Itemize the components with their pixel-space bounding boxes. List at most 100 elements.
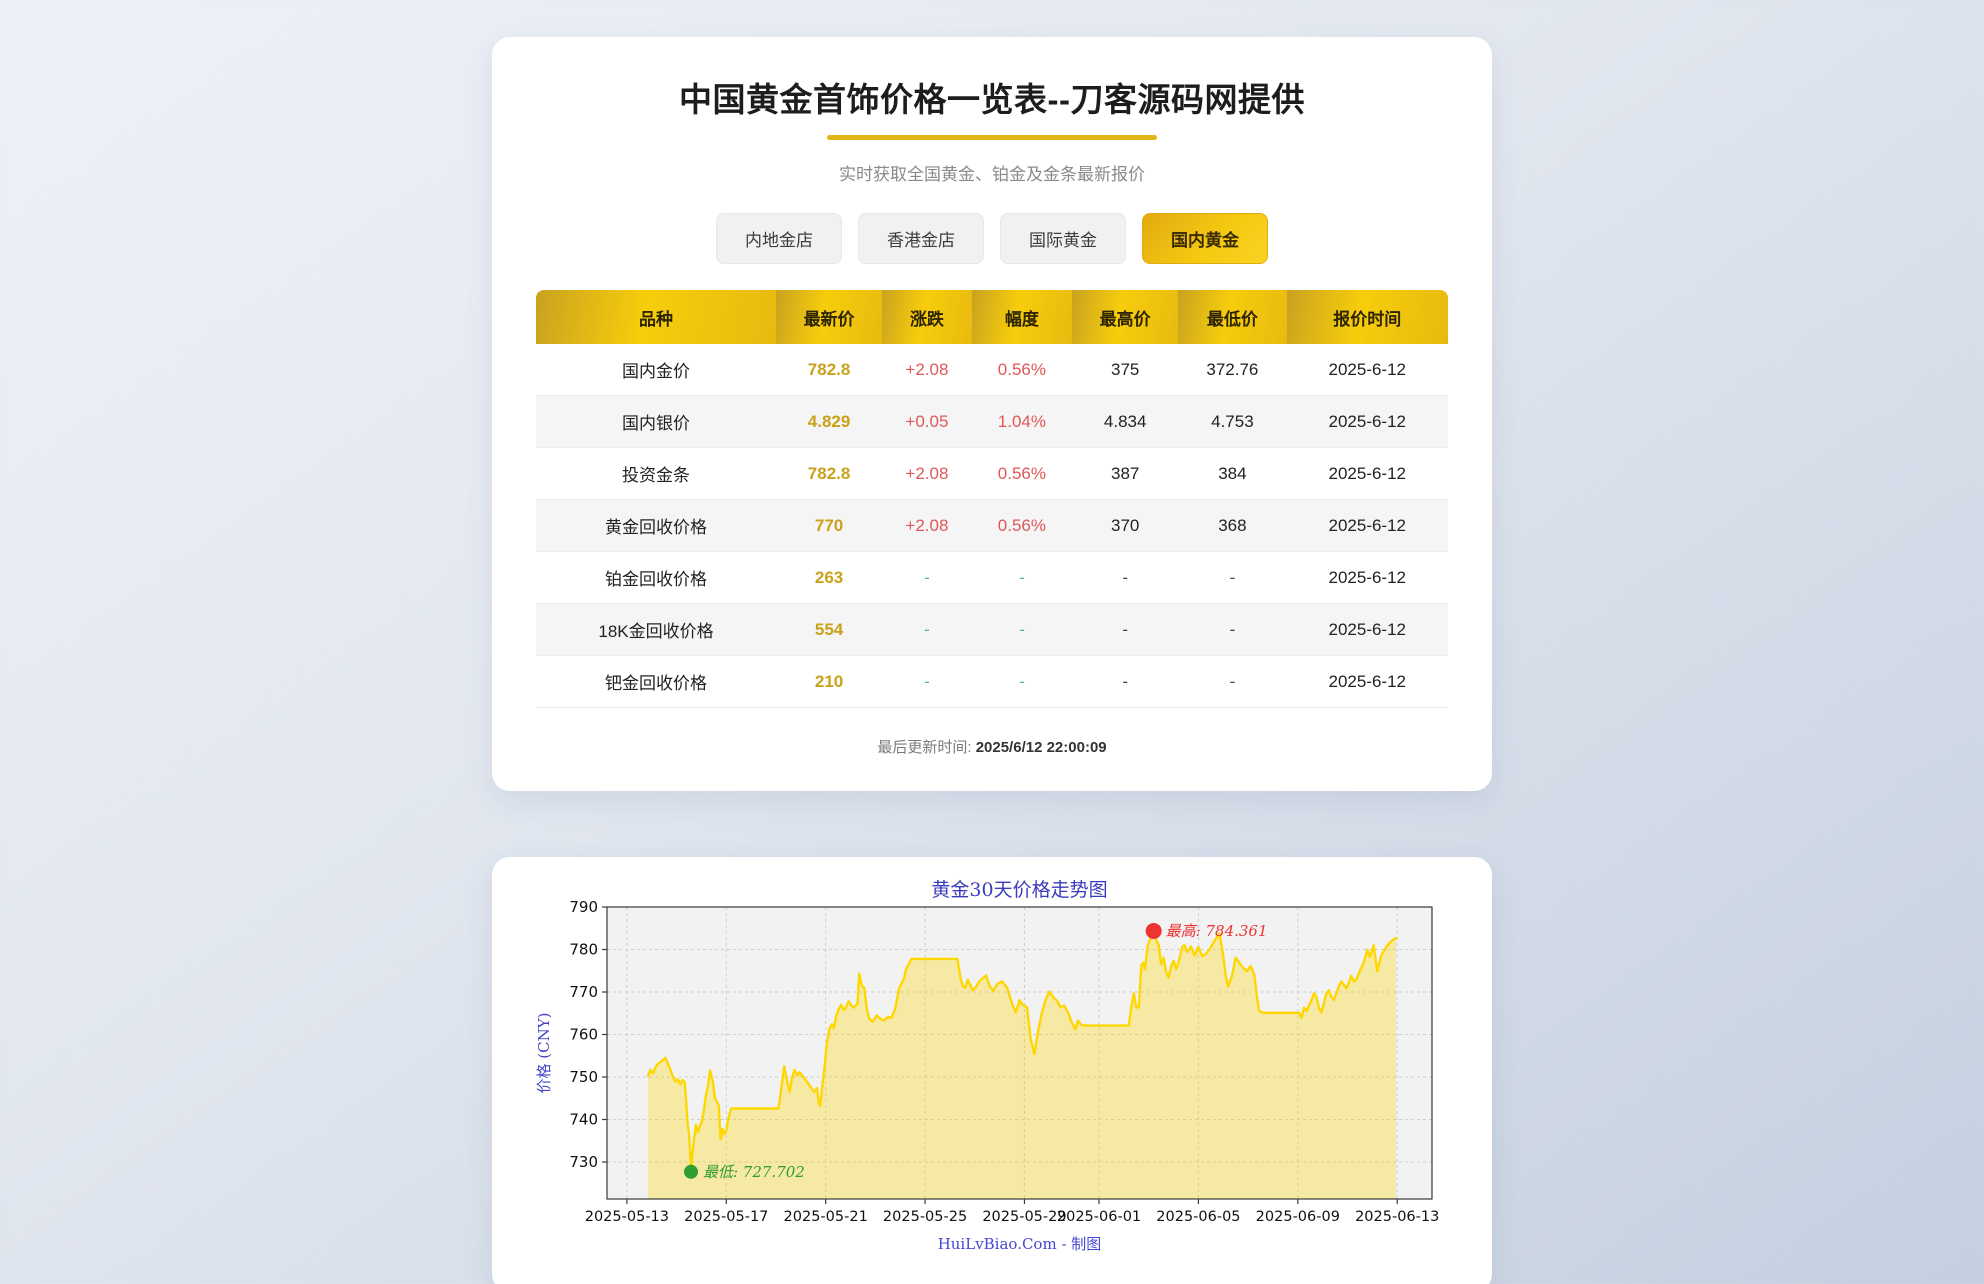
cell-high: 370 — [1072, 500, 1178, 552]
cell-low: - — [1178, 552, 1286, 604]
cell-latest: 782.8 — [776, 448, 882, 500]
table-row: 钯金回收价格210----2025-6-12 — [536, 656, 1448, 708]
cell-change: - — [882, 552, 972, 604]
page-title: 中国黄金首饰价格一览表--刀客源码网提供 — [536, 73, 1448, 121]
cell-name: 国内金价 — [536, 344, 776, 396]
last-update-line: 最后更新时间: 2025/6/12 22:00:09 — [536, 736, 1448, 757]
cell-high: - — [1072, 656, 1178, 708]
column-header: 涨跌 — [882, 290, 972, 344]
cell-high: 387 — [1072, 448, 1178, 500]
cell-time: 2025-6-12 — [1287, 448, 1448, 500]
cell-high: - — [1072, 552, 1178, 604]
cell-latest: 782.8 — [776, 344, 882, 396]
y-tick-label: 750 — [569, 1068, 598, 1086]
cell-change: +2.08 — [882, 344, 972, 396]
cell-low: 4.753 — [1178, 396, 1286, 448]
last-update-value: 2025/6/12 22:00:09 — [976, 739, 1107, 756]
x-tick-label: 2025-06-09 — [1256, 1209, 1340, 1225]
table-row: 18K金回收价格554----2025-6-12 — [536, 604, 1448, 656]
chart-title: 黄金30天价格走势图 — [931, 879, 1107, 901]
table-row: 铂金回收价格263----2025-6-12 — [536, 552, 1448, 604]
y-tick-label: 740 — [569, 1111, 598, 1129]
cell-change: - — [882, 656, 972, 708]
last-update-label: 最后更新时间: — [877, 739, 971, 756]
title-underline — [827, 135, 1157, 140]
column-header: 最新价 — [776, 290, 882, 344]
x-tick-label: 2025-06-13 — [1355, 1209, 1439, 1225]
cell-time: 2025-6-12 — [1287, 344, 1448, 396]
cell-low: 368 — [1178, 500, 1286, 552]
cell-change: +2.08 — [882, 448, 972, 500]
cell-low: 384 — [1178, 448, 1286, 500]
y-axis-label: 价格 (CNY) — [535, 1013, 553, 1094]
chart-watermark: HuiLvBiao.Com - 制图 — [938, 1235, 1102, 1253]
table-row: 国内银价4.829+0.051.04%4.8344.7532025-6-12 — [536, 396, 1448, 448]
x-tick-label: 2025-05-17 — [684, 1209, 768, 1225]
x-tick-label: 2025-05-29 — [982, 1209, 1066, 1225]
cell-high: 375 — [1072, 344, 1178, 396]
max-annotation-label: 最高: 784.361 — [1166, 922, 1268, 940]
cell-name: 18K金回收价格 — [536, 604, 776, 656]
cell-change: +0.05 — [882, 396, 972, 448]
cell-pct: 0.56% — [972, 448, 1072, 500]
page-subtitle: 实时获取全国黄金、铂金及金条最新报价 — [536, 160, 1448, 185]
cell-latest: 210 — [776, 656, 882, 708]
cell-time: 2025-6-12 — [1287, 604, 1448, 656]
cell-latest: 4.829 — [776, 396, 882, 448]
y-tick-label: 770 — [569, 983, 598, 1001]
cell-change: +2.08 — [882, 500, 972, 552]
table-row: 投资金条782.8+2.080.56%3873842025-6-12 — [536, 448, 1448, 500]
tab-button-0[interactable]: 内地金店 — [716, 213, 842, 264]
cell-name: 钯金回收价格 — [536, 656, 776, 708]
cell-name: 黄金回收价格 — [536, 500, 776, 552]
column-header: 幅度 — [972, 290, 1072, 344]
cell-time: 2025-6-12 — [1287, 500, 1448, 552]
cell-time: 2025-6-12 — [1287, 552, 1448, 604]
cell-time: 2025-6-12 — [1287, 656, 1448, 708]
cell-pct: 1.04% — [972, 396, 1072, 448]
tab-button-3[interactable]: 国内黄金 — [1142, 213, 1268, 264]
tab-button-1[interactable]: 香港金店 — [858, 213, 984, 264]
cell-pct: 0.56% — [972, 344, 1072, 396]
column-header: 最高价 — [1072, 290, 1178, 344]
y-tick-label: 730 — [569, 1153, 598, 1171]
cell-low: - — [1178, 604, 1286, 656]
max-marker — [1146, 923, 1162, 939]
cell-name: 国内银价 — [536, 396, 776, 448]
x-tick-label: 2025-06-01 — [1057, 1209, 1141, 1225]
y-tick-label: 790 — [569, 898, 598, 916]
market-tabs: 内地金店香港金店国际黄金国内黄金 — [536, 213, 1448, 264]
cell-latest: 770 — [776, 500, 882, 552]
gold-trend-chart: 7307407507607707807902025-05-132025-05-1… — [527, 877, 1457, 1272]
column-header: 品种 — [536, 290, 776, 344]
gold-price-card: 中国黄金首饰价格一览表--刀客源码网提供 实时获取全国黄金、铂金及金条最新报价 … — [492, 37, 1492, 791]
cell-pct: 0.56% — [972, 500, 1072, 552]
y-tick-label: 780 — [569, 941, 598, 959]
gold-trend-chart-card: 7307407507607707807902025-05-132025-05-1… — [492, 857, 1492, 1284]
cell-name: 投资金条 — [536, 448, 776, 500]
cell-pct: - — [972, 604, 1072, 656]
column-header: 最低价 — [1178, 290, 1286, 344]
cell-low: - — [1178, 656, 1286, 708]
table-row: 黄金回收价格770+2.080.56%3703682025-6-12 — [536, 500, 1448, 552]
cell-pct: - — [972, 656, 1072, 708]
cell-high: - — [1072, 604, 1178, 656]
min-marker — [684, 1165, 698, 1179]
table-header: 品种最新价涨跌幅度最高价最低价报价时间 — [536, 290, 1448, 344]
cell-pct: - — [972, 552, 1072, 604]
x-tick-label: 2025-05-21 — [784, 1209, 868, 1225]
x-tick-label: 2025-05-25 — [883, 1209, 967, 1225]
cell-time: 2025-6-12 — [1287, 396, 1448, 448]
min-annotation-label: 最低: 727.702 — [703, 1163, 805, 1181]
table-row: 国内金价782.8+2.080.56%375372.762025-6-12 — [536, 344, 1448, 396]
cell-high: 4.834 — [1072, 396, 1178, 448]
y-tick-label: 760 — [569, 1026, 598, 1044]
cell-low: 372.76 — [1178, 344, 1286, 396]
cell-latest: 263 — [776, 552, 882, 604]
cell-change: - — [882, 604, 972, 656]
cell-name: 铂金回收价格 — [536, 552, 776, 604]
column-header: 报价时间 — [1287, 290, 1448, 344]
tab-button-2[interactable]: 国际黄金 — [1000, 213, 1126, 264]
gold-price-table: 品种最新价涨跌幅度最高价最低价报价时间 国内金价782.8+2.080.56%3… — [536, 290, 1448, 708]
x-tick-label: 2025-06-05 — [1156, 1209, 1240, 1225]
